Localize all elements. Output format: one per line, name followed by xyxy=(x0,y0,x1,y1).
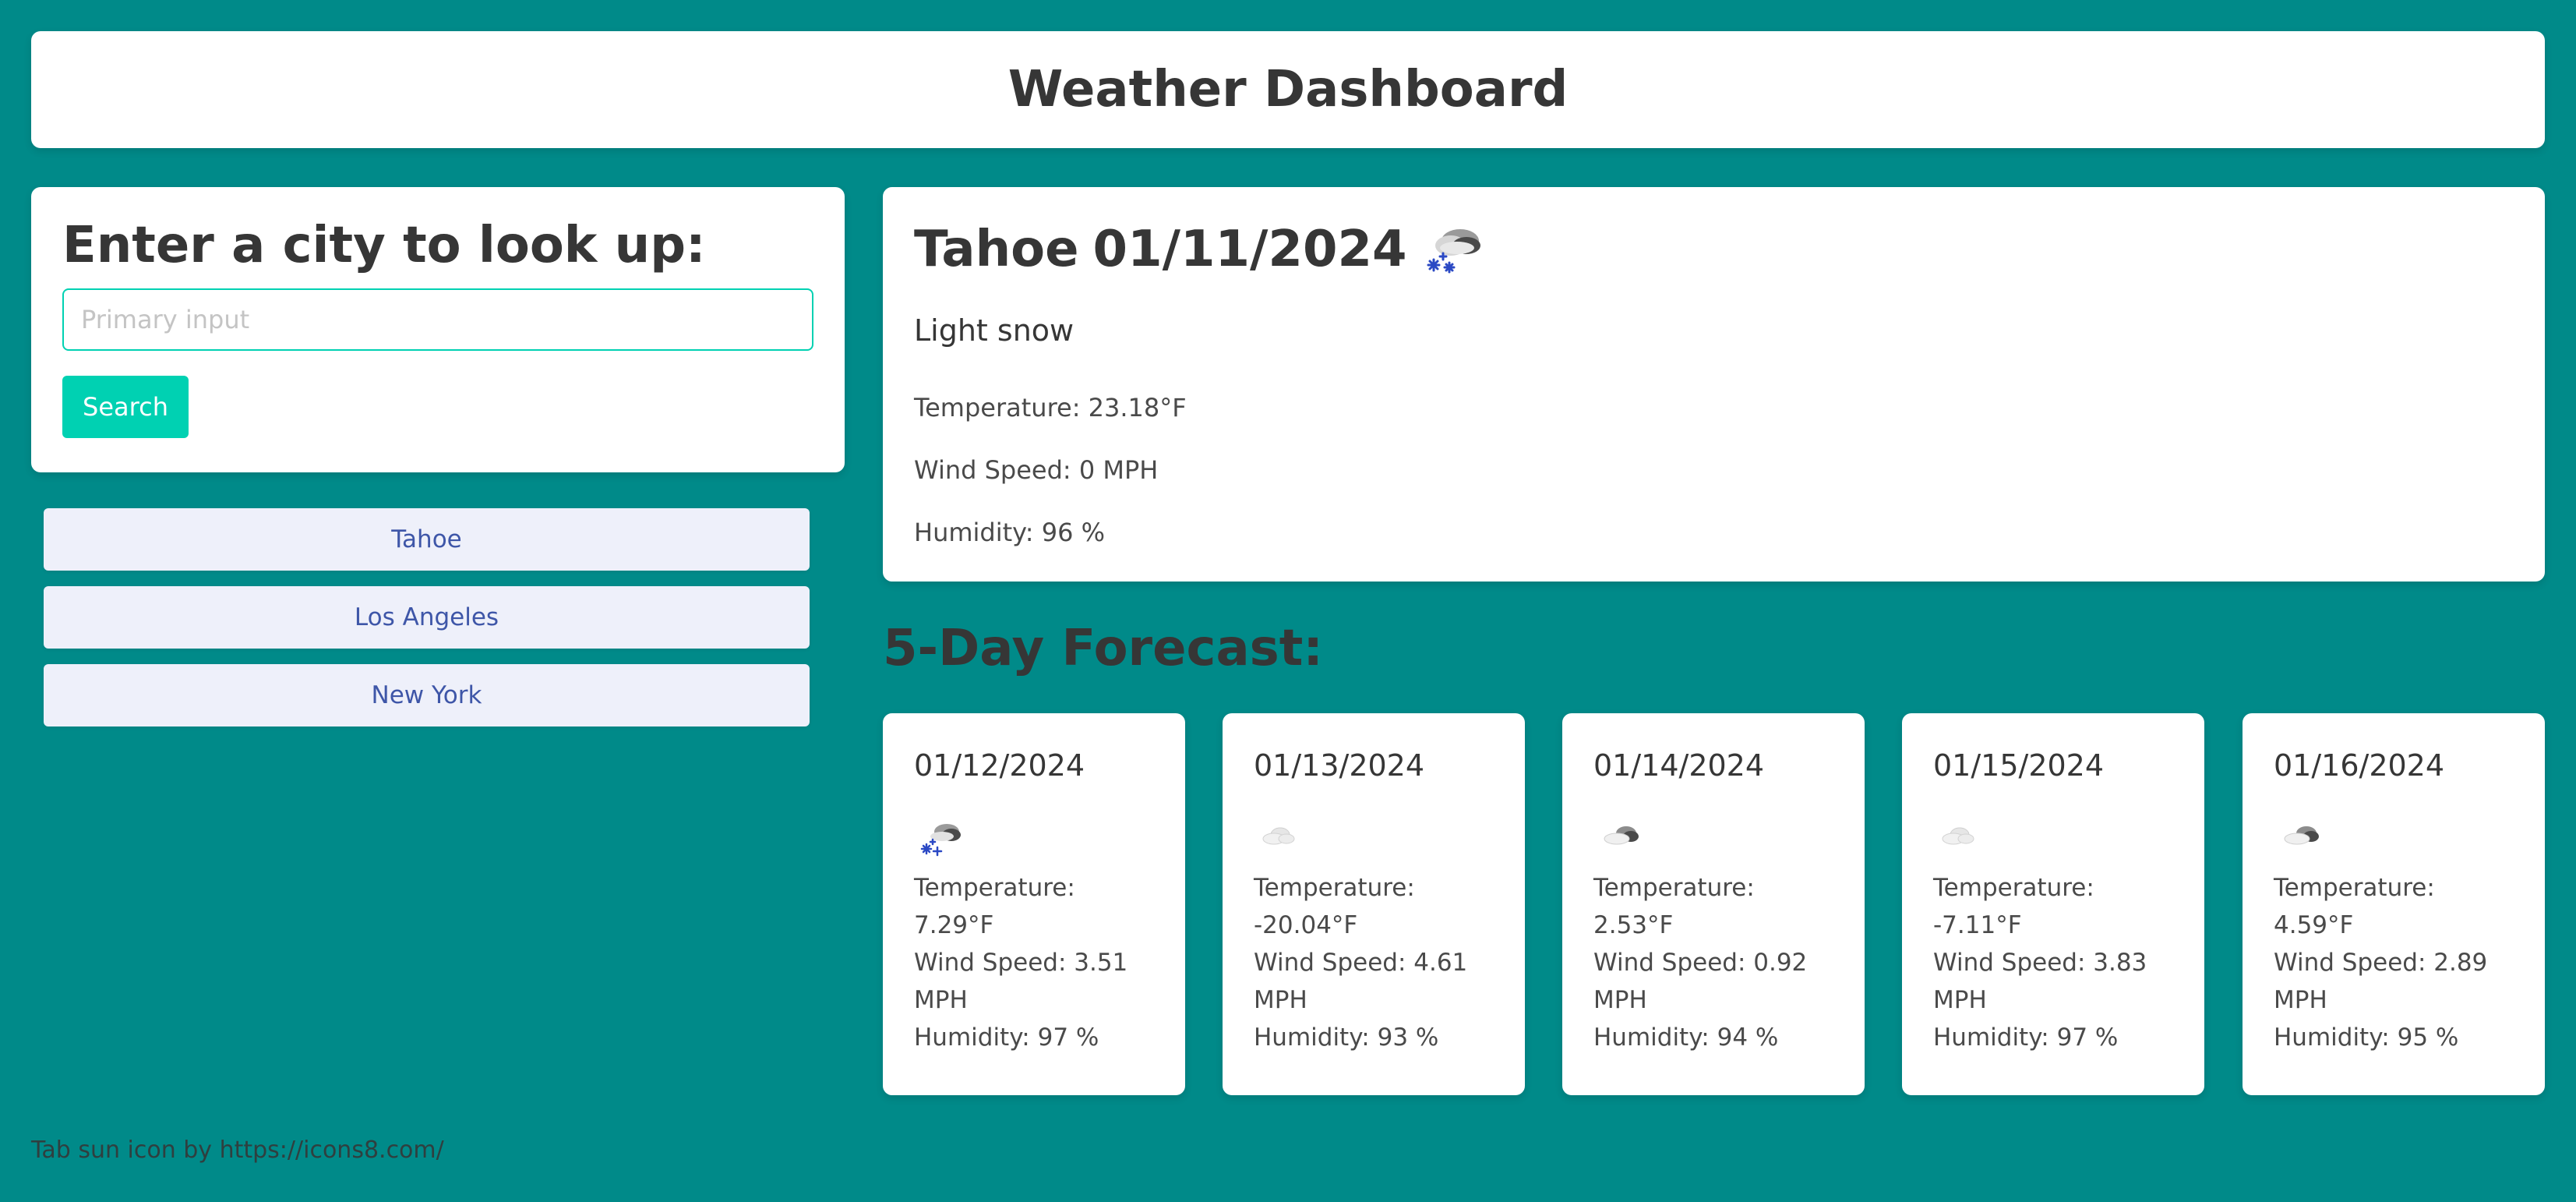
history-button-new-york[interactable]: New York xyxy=(44,664,810,727)
cloud-icon xyxy=(1936,819,1983,858)
forecast-humidity: Humidity: 95 % xyxy=(2274,1023,2459,1052)
forecast-wind: Wind Speed: 4.61 xyxy=(1254,949,1468,977)
forecast-date: 01/12/2024 xyxy=(914,748,1085,783)
current-wind: Wind Speed: 0 MPH xyxy=(914,455,1159,485)
forecast-temperature-value: -20.04°F xyxy=(1254,911,1358,939)
forecast-date: 01/13/2024 xyxy=(1254,748,1425,783)
forecast-wind-unit: MPH xyxy=(2274,986,2327,1014)
forecast-wind-unit: MPH xyxy=(914,986,968,1014)
forecast-card: 01/12/2024 Temperature: 7.29°F Wind Spee… xyxy=(883,713,1185,1095)
dark-cloud-icon xyxy=(1597,819,1643,858)
forecast-title: 5-Day Forecast: xyxy=(883,620,1323,677)
current-city: Tahoe xyxy=(914,221,1079,278)
forecast-temperature: Temperature: 2.53°F xyxy=(1593,874,1755,939)
forecast-temperature: Temperature: 4.59°F xyxy=(2274,874,2435,939)
current-weather-card: Tahoe 01/11/2024 Light snow Temperature:… xyxy=(883,187,2545,582)
forecast-wind-unit: MPH xyxy=(1933,986,1987,1014)
current-weather-title: Tahoe 01/11/2024 xyxy=(914,218,2514,281)
current-date: 01/11/2024 xyxy=(1092,221,1407,278)
forecast-date: 01/15/2024 xyxy=(1933,748,2105,783)
forecast-date: 01/14/2024 xyxy=(1593,748,1765,783)
forecast-wind: Wind Speed: 0.92 xyxy=(1593,949,1808,977)
city-search-input[interactable] xyxy=(62,288,813,352)
forecast-humidity: Humidity: 93 % xyxy=(1254,1023,1439,1052)
forecast-wind: Wind Speed: 3.83 xyxy=(1933,949,2147,977)
current-humidity: Humidity: 96 % xyxy=(914,518,1106,547)
forecast-temperature: Temperature: -7.11°F xyxy=(1933,874,2094,939)
history-button-tahoe[interactable]: Tahoe xyxy=(44,508,810,571)
forecast-card: 01/15/2024 Temperature: -7.11°F Wind Spe… xyxy=(1902,713,2204,1095)
forecast-wind-unit: MPH xyxy=(1254,986,1307,1014)
forecast-wind: Wind Speed: 2.89 xyxy=(2274,949,2488,977)
history-button-los-angeles[interactable]: Los Angeles xyxy=(44,586,810,649)
forecast-card: 01/13/2024 Temperature: -20.04°F Wind Sp… xyxy=(1223,713,1525,1095)
search-button[interactable]: Search xyxy=(62,376,189,439)
forecast-date: 01/16/2024 xyxy=(2274,748,2445,783)
page-title: Weather Dashboard xyxy=(1007,61,1569,118)
current-description: Light snow xyxy=(914,313,1075,348)
forecast-card: 01/14/2024 Temperature: 2.53°F Wind Spee… xyxy=(1562,713,1865,1095)
cloud-icon xyxy=(1257,819,1304,858)
snow-cloud-icon xyxy=(917,819,964,858)
forecast-humidity: Humidity: 94 % xyxy=(1593,1023,1779,1052)
forecast-wind: Wind Speed: 3.51 xyxy=(914,949,1128,977)
dark-cloud-icon xyxy=(2277,819,2324,858)
forecast-card: 01/16/2024 Temperature: 4.59°F Wind Spee… xyxy=(2243,713,2545,1095)
forecast-humidity: Humidity: 97 % xyxy=(914,1023,1099,1052)
forecast-wind-unit: MPH xyxy=(1593,986,1647,1014)
header: Weather Dashboard xyxy=(31,31,2545,148)
snow-cloud-icon xyxy=(1420,222,1485,277)
footer-credit: Tab sun icon by https://icons8.com/ xyxy=(31,1137,444,1164)
forecast-temperature: Temperature: 7.29°F xyxy=(914,874,1075,939)
current-temperature: Temperature: 23.18°F xyxy=(914,393,1187,422)
forecast-temperature: Temperature: xyxy=(1254,874,1415,902)
search-panel: Enter a city to look up: Search xyxy=(31,187,845,472)
search-heading: Enter a city to look up: xyxy=(62,217,706,274)
forecast-humidity: Humidity: 97 % xyxy=(1933,1023,2119,1052)
